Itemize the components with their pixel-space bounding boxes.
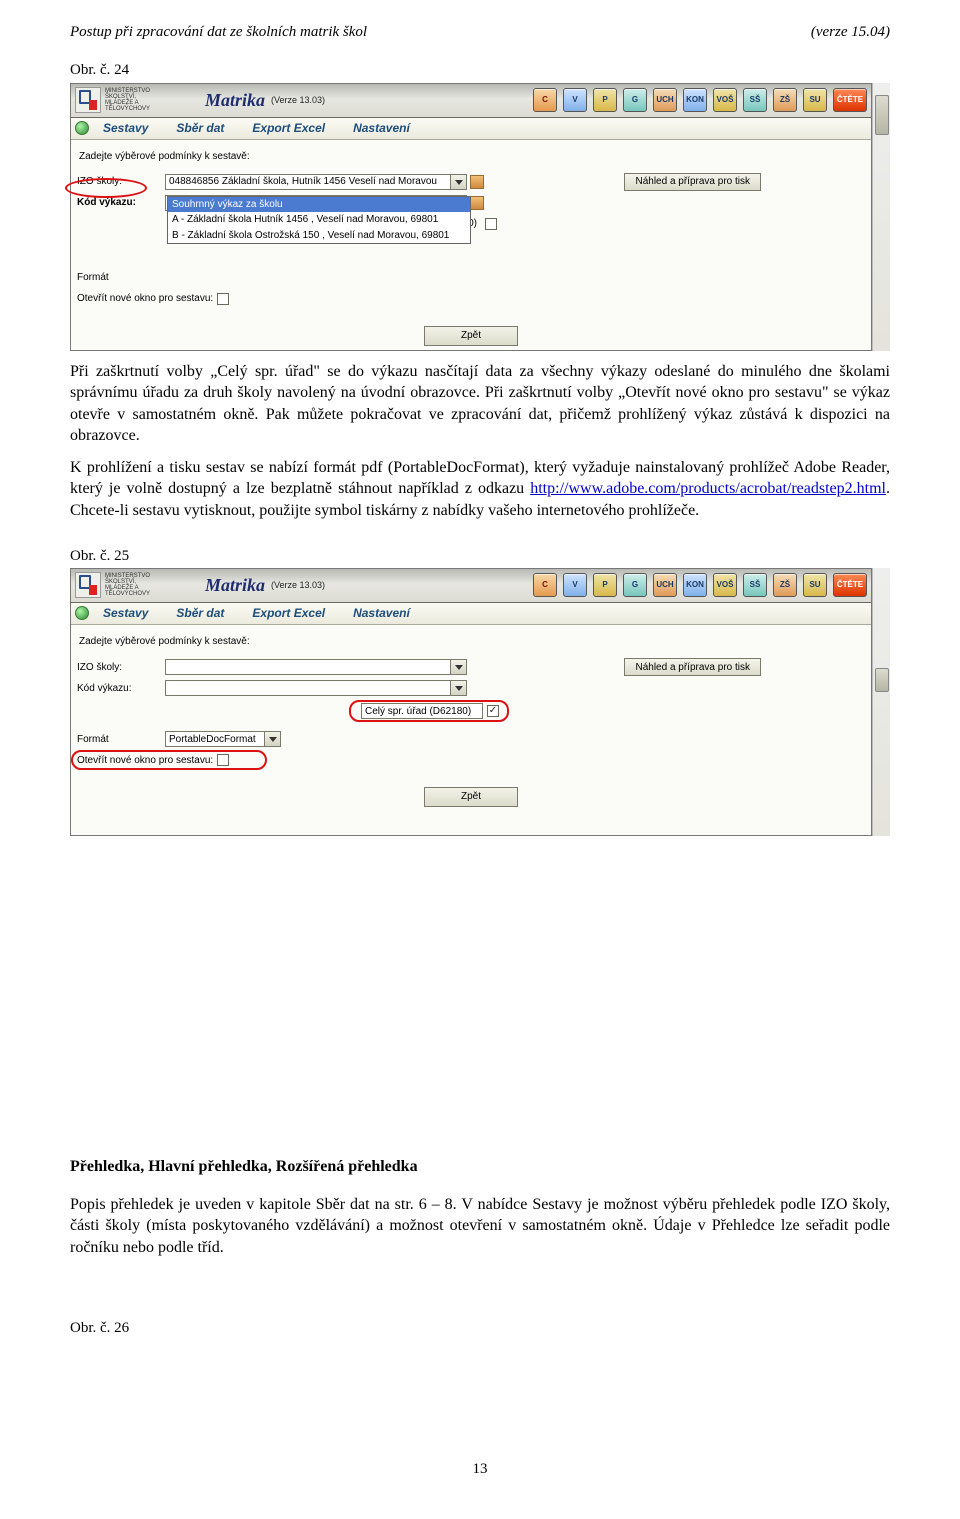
tile2-ss[interactable]: SŠ bbox=[743, 573, 767, 597]
app-version-2: (Verze 13.03) bbox=[271, 579, 325, 591]
tile2-v[interactable]: V bbox=[563, 573, 587, 597]
tile2-su[interactable]: SU bbox=[803, 573, 827, 597]
menu-sber-dat[interactable]: Sběr dat bbox=[176, 120, 224, 136]
app-menubar-2: Sestavy Sběr dat Export Excel Nastavení bbox=[71, 603, 871, 625]
tile-su[interactable]: SU bbox=[803, 88, 827, 112]
scrollbar-1[interactable] bbox=[872, 83, 890, 351]
kod-edit-icon[interactable] bbox=[470, 196, 484, 210]
tile-zs[interactable]: ZŠ bbox=[773, 88, 797, 112]
label-format-1: Formát bbox=[77, 271, 165, 285]
form-prompt: Zadejte výběrové podmínky k sestavě: bbox=[79, 150, 865, 164]
app-version: (Verze 13.03) bbox=[271, 94, 325, 106]
menu-export[interactable]: Export Excel bbox=[252, 120, 325, 136]
tile-g[interactable]: G bbox=[623, 88, 647, 112]
label-open-1: Otevřít nové okno pro sestavu: bbox=[77, 292, 213, 306]
menu2-sber-dat[interactable]: Sběr dat bbox=[176, 605, 224, 621]
izo-dropdown-button-2[interactable] bbox=[451, 659, 467, 675]
form-prompt-2: Zadejte výběrové podmínky k sestavě: bbox=[79, 635, 865, 649]
format-input[interactable]: PortableDocFormat bbox=[165, 731, 265, 747]
paragraph-2: K prohlížení a tisku sestav se nabízí fo… bbox=[70, 457, 890, 522]
menu2-nastaveni[interactable]: Nastavení bbox=[353, 605, 410, 621]
back-button-1[interactable]: Zpět bbox=[424, 326, 518, 346]
back-button-2[interactable]: Zpět bbox=[424, 787, 518, 807]
ministry-logo-icon bbox=[75, 87, 101, 113]
adobe-link[interactable]: http://www.adobe.com/products/acrobat/re… bbox=[530, 480, 886, 497]
label-kod-2: Kód výkazu: bbox=[77, 682, 165, 696]
tile2-vos[interactable]: VOŠ bbox=[713, 573, 737, 597]
doc-header-right: (verze 15.04) bbox=[811, 22, 890, 42]
scroll-thumb-2[interactable] bbox=[875, 668, 889, 692]
globe-icon[interactable] bbox=[75, 121, 89, 135]
izo-edit-icon[interactable] bbox=[470, 175, 484, 189]
highlight-kod-vykazu bbox=[65, 178, 147, 198]
app-title-bar: MINISTERSTVO ŠKOLSTVÍ, MLÁDEŽE A TĚLOVÝC… bbox=[71, 84, 871, 118]
tile2-ctete[interactable]: ČTĚTE bbox=[833, 573, 867, 597]
izo-dropdown-button[interactable] bbox=[451, 174, 467, 190]
kod-input-2[interactable] bbox=[165, 680, 451, 696]
screenshot-2: MINISTERSTVO ŠKOLSTVÍ, MLÁDEŽE A TĚLOVÝC… bbox=[70, 568, 872, 836]
tile2-c[interactable]: C bbox=[533, 573, 557, 597]
figure-label-25: Obr. č. 25 bbox=[70, 546, 890, 566]
tile-c[interactable]: C bbox=[533, 88, 557, 112]
format-dropdown-button[interactable] bbox=[265, 731, 281, 747]
open-new-window-checkbox-1[interactable] bbox=[217, 293, 229, 305]
tile-ss[interactable]: SŠ bbox=[743, 88, 767, 112]
kod-dropdown-button-2[interactable] bbox=[451, 680, 467, 696]
preview-button[interactable]: Náhled a příprava pro tisk bbox=[624, 173, 761, 191]
izo-input[interactable]: 048846856 Základní škola, Hutník 1456 Ve… bbox=[165, 174, 451, 190]
ministry-text-2: MINISTERSTVO ŠKOLSTVÍ, MLÁDEŽE A TĚLOVÝC… bbox=[105, 573, 165, 597]
section-heading: Přehledka, Hlavní přehledka, Rozšířená p… bbox=[70, 1156, 890, 1178]
label-format-2: Formát bbox=[77, 733, 165, 747]
page-number: 13 bbox=[70, 1459, 890, 1479]
izo-input-2[interactable] bbox=[165, 659, 451, 675]
dropdown-item-0[interactable]: Souhrnný výkaz za školu bbox=[168, 197, 470, 213]
cely-spr-checkbox-1[interactable] bbox=[485, 218, 497, 230]
kod-dropdown-list[interactable]: Souhrnný výkaz za školu A - Základní ško… bbox=[167, 196, 471, 245]
app-menubar: Sestavy Sběr dat Export Excel Nastavení bbox=[71, 118, 871, 140]
tile-v[interactable]: V bbox=[563, 88, 587, 112]
menu-sestavy[interactable]: Sestavy bbox=[103, 120, 148, 136]
label-kod: Kód výkazu: bbox=[77, 196, 165, 210]
paragraph-1: Při zaškrtnutí volby „Celý spr. úřad" se… bbox=[70, 361, 890, 447]
highlight-cely-spr bbox=[349, 700, 509, 722]
tile2-kon[interactable]: KON bbox=[683, 573, 707, 597]
tile-kon[interactable]: KON bbox=[683, 88, 707, 112]
app-title-bar-2: MINISTERSTVO ŠKOLSTVÍ, MLÁDEŽE A TĚLOVÝC… bbox=[71, 569, 871, 603]
figure-label-26: Obr. č. 26 bbox=[70, 1318, 890, 1338]
menu2-export[interactable]: Export Excel bbox=[252, 605, 325, 621]
app-title-2: Matrika bbox=[205, 573, 265, 597]
scrollbar-2[interactable] bbox=[872, 568, 890, 836]
tile2-zs[interactable]: ZŠ bbox=[773, 573, 797, 597]
menu-nastaveni[interactable]: Nastavení bbox=[353, 120, 410, 136]
dropdown-item-1[interactable]: A - Základní škola Hutník 1456 , Veselí … bbox=[168, 212, 470, 228]
highlight-open-new bbox=[71, 750, 267, 770]
ministry-text: MINISTERSTVO ŠKOLSTVÍ, MLÁDEŽE A TĚLOVÝC… bbox=[105, 88, 165, 112]
tile2-p[interactable]: P bbox=[593, 573, 617, 597]
screenshot-1: MINISTERSTVO ŠKOLSTVÍ, MLÁDEŽE A TĚLOVÝC… bbox=[70, 83, 872, 351]
tile2-uch[interactable]: UCH bbox=[653, 573, 677, 597]
globe-icon-2[interactable] bbox=[75, 606, 89, 620]
preview-button-2[interactable]: Náhled a příprava pro tisk bbox=[624, 658, 761, 676]
doc-header-left: Postup při zpracování dat ze školních ma… bbox=[70, 22, 367, 42]
menu2-sestavy[interactable]: Sestavy bbox=[103, 605, 148, 621]
tile2-g[interactable]: G bbox=[623, 573, 647, 597]
tile-uch[interactable]: UCH bbox=[653, 88, 677, 112]
paragraph-3: Popis přehledek je uveden v kapitole Sbě… bbox=[70, 1194, 890, 1259]
tile-ctete[interactable]: ČTĚTE bbox=[833, 88, 867, 112]
label-izo-2: IZO školy: bbox=[77, 661, 165, 675]
scroll-thumb-1[interactable] bbox=[875, 95, 889, 135]
tile-p[interactable]: P bbox=[593, 88, 617, 112]
figure-label-24: Obr. č. 24 bbox=[70, 60, 890, 80]
ministry-logo-icon-2 bbox=[75, 572, 101, 598]
dropdown-item-2[interactable]: B - Základní škola Ostrožská 150 , Vesel… bbox=[168, 228, 470, 244]
tile-vos[interactable]: VOŠ bbox=[713, 88, 737, 112]
app-title: Matrika bbox=[205, 88, 265, 112]
